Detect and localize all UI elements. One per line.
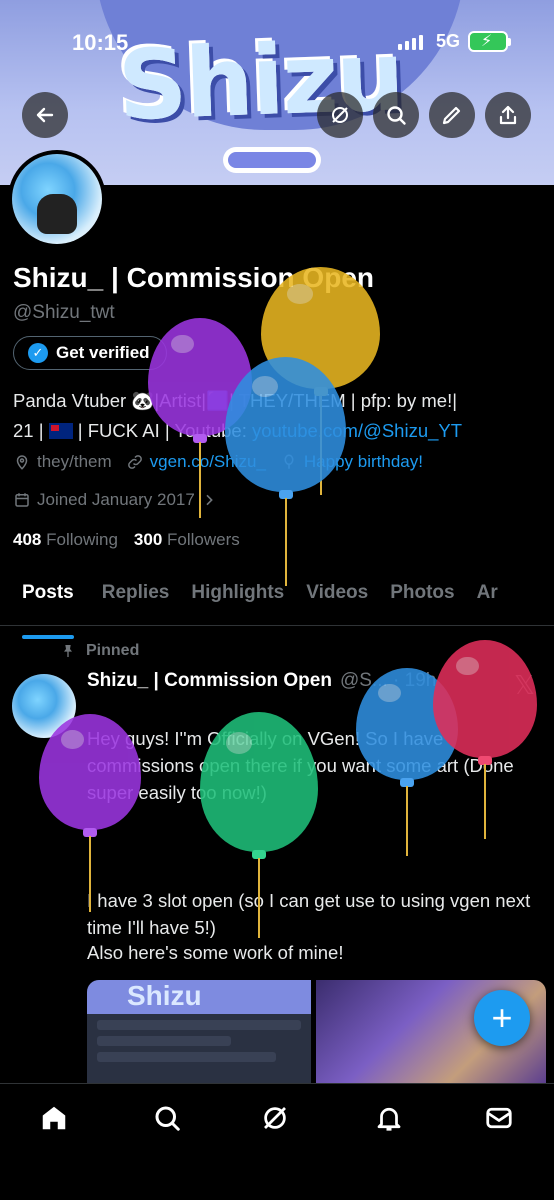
media-1-logo: Shizu [87,980,311,1014]
following-count: 408 [13,530,42,549]
balloon-red [433,640,537,758]
pin-icon [64,645,72,657]
tab-articles[interactable]: Ar [477,570,498,625]
post-author-name[interactable]: Shizu_ | Commission Open [87,670,332,692]
messages-icon [486,1107,512,1129]
nav-explore[interactable] [151,1102,183,1134]
avatar-image [12,154,102,244]
status-time: 10:15 [72,30,129,55]
tab-replies[interactable]: Replies [102,570,170,625]
share-button[interactable] [485,92,531,138]
bio-age: 21 | [13,420,49,441]
followers-label: Followers [167,530,240,549]
balloon-string [484,764,486,839]
balloon-string [89,836,91,912]
balloon-blue [225,357,346,492]
user-handle: @Shizu_twt [13,302,115,323]
joined-text: Joined January 2017 [37,490,195,509]
nav-messages[interactable] [483,1102,515,1134]
chevron-right-icon [206,494,213,506]
follow-stats: 408 Following 300 Followers [13,530,240,550]
media-row [97,1020,301,1030]
network-type: 5G [436,31,461,51]
pinned-label: Pinned [86,642,140,659]
tab-highlights[interactable]: Highlights [191,570,284,625]
search-icon [387,106,406,125]
search-button[interactable] [373,92,419,138]
post-text-2: I have 3 slot open (so I can get use to … [87,890,531,938]
location-item: they/them [13,452,112,472]
nav-home[interactable] [38,1102,70,1134]
tab-videos[interactable]: Videos [306,570,368,625]
bottom-nav [0,1083,554,1200]
joined-date[interactable]: Joined January 2017 [13,490,217,510]
get-verified-button[interactable]: ✓ Get verified [13,336,167,370]
profile-meta: they/them vgen.co/Shizu_ Happy birthday! [13,452,423,472]
back-button[interactable] [22,92,68,138]
post-media-1[interactable]: Shizu [87,980,311,1085]
battery-icon: ⚡ [468,31,511,52]
tab-photos[interactable]: Photos [390,570,454,625]
nav-grok[interactable] [259,1102,291,1134]
post-text-3: Also here's some work of mine! [87,942,344,963]
share-icon [499,105,517,125]
calendar-icon [15,493,29,507]
balloon-string [199,442,201,518]
balloon-purple [39,714,141,830]
grok-icon [264,1107,286,1129]
plus-icon: + [491,997,513,1038]
profile-avatar[interactable] [8,150,106,248]
media-row [97,1036,232,1046]
home-icon [42,1106,66,1130]
pinned-indicator: Pinned [60,642,139,660]
location-pin-icon [16,455,28,470]
explore-icon [155,1106,180,1131]
followers-count: 300 [133,530,163,549]
following-link[interactable]: 408 Following [13,530,118,550]
australia-flag-icon [48,423,73,439]
balloon-string [258,858,260,938]
notifications-icon [377,1107,401,1131]
edit-icon [442,106,461,125]
followers-link[interactable]: 300 Followers [134,530,240,550]
back-arrow-icon [36,107,54,123]
grok-icon [332,107,348,123]
verified-check-icon: ✓ [28,343,48,363]
get-verified-label: Get verified [56,343,150,362]
signal-icon [398,35,423,50]
balloon-string [285,498,287,586]
location-text: they/them [37,452,112,471]
nav-notifications[interactable] [373,1102,405,1134]
banner-bar [228,152,316,168]
profile-tabs: Posts Replies Highlights Videos Photos A… [0,570,554,639]
media-row [97,1052,277,1062]
balloon-string [406,786,408,856]
link-icon [127,455,142,469]
compose-button[interactable]: + [474,990,530,1046]
edit-button[interactable] [429,92,475,138]
following-label: Following [46,530,118,549]
grok-button[interactable] [317,92,363,138]
status-bar: 10:15 5G ⚡ [0,0,554,80]
tab-posts[interactable]: Posts [22,570,74,639]
